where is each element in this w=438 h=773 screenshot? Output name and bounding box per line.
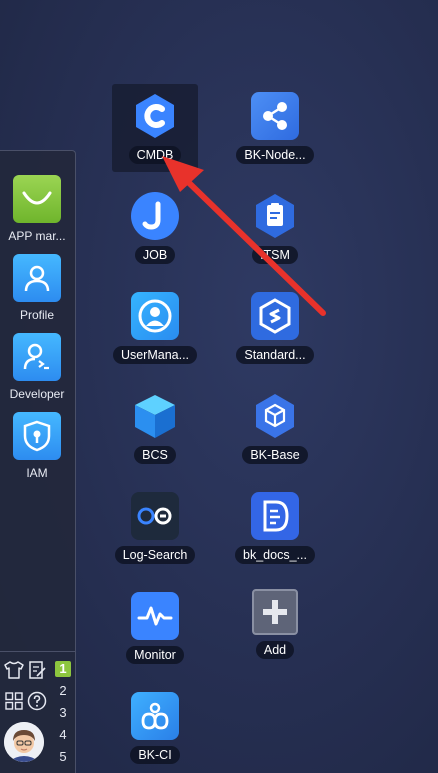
monitor-icon [131,592,179,640]
nodes-icon [251,92,299,140]
dock-app-iam[interactable]: IAM [0,412,74,480]
desktop-switch-5[interactable]: 5 [55,749,71,764]
user-icon [13,254,61,302]
developer-icon [13,333,61,381]
add-app-button[interactable]: Add [227,589,323,664]
app-label: BK-CI [130,746,180,764]
app-label: Log-Search [114,546,196,564]
container-cube-icon [131,392,179,440]
app-usermanage[interactable]: UserMana... [107,292,203,369]
ci-icon [131,692,179,740]
app-bk-nodeman[interactable]: BK-Node... [227,92,323,169]
app-label: UserMana... [112,346,198,364]
standard-ops-icon [251,292,299,340]
dock-app-app-market[interactable]: APP mar... [0,175,74,243]
dock-app-developer[interactable]: Developer [0,333,74,401]
app-standard-ops[interactable]: Standard... [227,292,323,369]
shopping-bag-icon [13,175,61,223]
app-label: BK-Node... [236,146,314,164]
app-label: Add [255,641,295,659]
app-label: BCS [134,446,176,464]
app-log-search[interactable]: Log-Search [107,492,203,569]
desktop-switch-1[interactable]: 1 [55,661,71,677]
notes-edit-icon[interactable] [27,660,47,680]
docs-icon [251,492,299,540]
app-label: bk_docs_... [235,546,315,564]
shield-lock-icon [13,412,61,460]
app-dock: APP mar... Profile Developer IAM 1 2 3 4… [0,150,76,773]
job-icon [131,192,179,240]
base-cube-icon [251,392,299,440]
app-label: Monitor [126,646,184,664]
theme-shirt-icon[interactable] [4,660,24,680]
app-label: ITSM [252,246,298,264]
app-bk-base[interactable]: BK-Base [227,392,323,469]
user-avatar[interactable] [4,722,44,762]
desktop-switch-3[interactable]: 3 [55,705,71,720]
dock-divider [0,651,75,652]
dock-app-label: APP mar... [8,229,66,243]
help-icon[interactable] [27,691,47,711]
app-label: JOB [134,246,176,264]
app-bk-ci[interactable]: BK-CI [107,692,203,769]
app-itsm[interactable]: ITSM [227,192,323,269]
user-management-icon [131,292,179,340]
app-label: CMDB [128,146,182,164]
log-search-icon [131,492,179,540]
plus-icon [252,589,298,635]
app-bcs[interactable]: BCS [107,392,203,469]
dock-app-profile[interactable]: Profile [0,254,74,322]
cmdb-icon [131,92,179,140]
app-label: BK-Base [242,446,308,464]
app-grid-icon[interactable] [4,691,24,711]
app-cmdb[interactable]: CMDB [107,92,203,169]
app-label: Standard... [236,346,314,364]
desktop-switch-4[interactable]: 4 [55,727,71,742]
desktop-switch-2[interactable]: 2 [55,683,71,698]
itsm-icon [251,192,299,240]
app-monitor[interactable]: Monitor [107,592,203,669]
app-job[interactable]: JOB [107,192,203,269]
dock-app-label: Profile [19,308,54,322]
app-bk-docs[interactable]: bk_docs_... [227,492,323,569]
dock-app-label: IAM [26,466,48,480]
dock-app-label: Developer [9,387,65,401]
